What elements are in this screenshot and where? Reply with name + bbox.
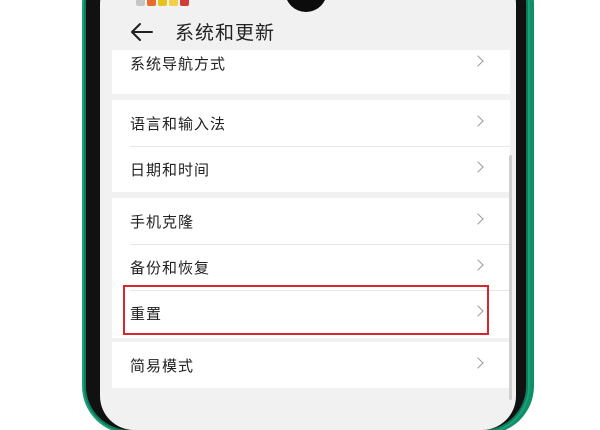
list-item-phone-clone[interactable]: 手机克隆 [112, 198, 510, 244]
settings-group-simple-mode: 简易模式 [112, 342, 510, 388]
back-arrow-icon[interactable] [130, 22, 154, 42]
chevron-right-icon [472, 213, 484, 225]
list-item-label: 语言和输入法 [130, 115, 227, 133]
chevron-right-icon [472, 357, 484, 369]
list-item-backup-restore[interactable]: 备份和恢复 [112, 244, 510, 290]
list-item-date-time[interactable]: 日期和时间 [112, 146, 510, 192]
chevron-right-icon [472, 259, 484, 271]
phone-screen: 系统和更新 系统导航方式 语言和输入法 日期和时间 手机克隆 备份和恢复 重置 … [100, 0, 516, 430]
list-item-label: 备份和恢复 [130, 259, 211, 277]
list-item-label: 日期和时间 [130, 161, 211, 179]
chevron-right-icon [472, 55, 484, 67]
chevron-right-icon [472, 115, 484, 127]
list-item-label: 简易模式 [130, 357, 195, 375]
list-item-label: 手机克隆 [130, 213, 195, 231]
chevron-right-icon [472, 161, 484, 173]
reset-highlight-box [123, 285, 489, 335]
list-item-label: 系统导航方式 [130, 55, 227, 73]
list-item-language-input[interactable]: 语言和输入法 [112, 100, 510, 146]
list-item-system-navigation[interactable]: 系统导航方式 [112, 40, 510, 86]
list-item-simple-mode[interactable]: 简易模式 [112, 342, 510, 388]
settings-group-navigation: 系统导航方式 [112, 50, 510, 94]
scrollbar[interactable] [509, 155, 512, 400]
settings-group-language-time: 语言和输入法 日期和时间 [112, 100, 510, 192]
